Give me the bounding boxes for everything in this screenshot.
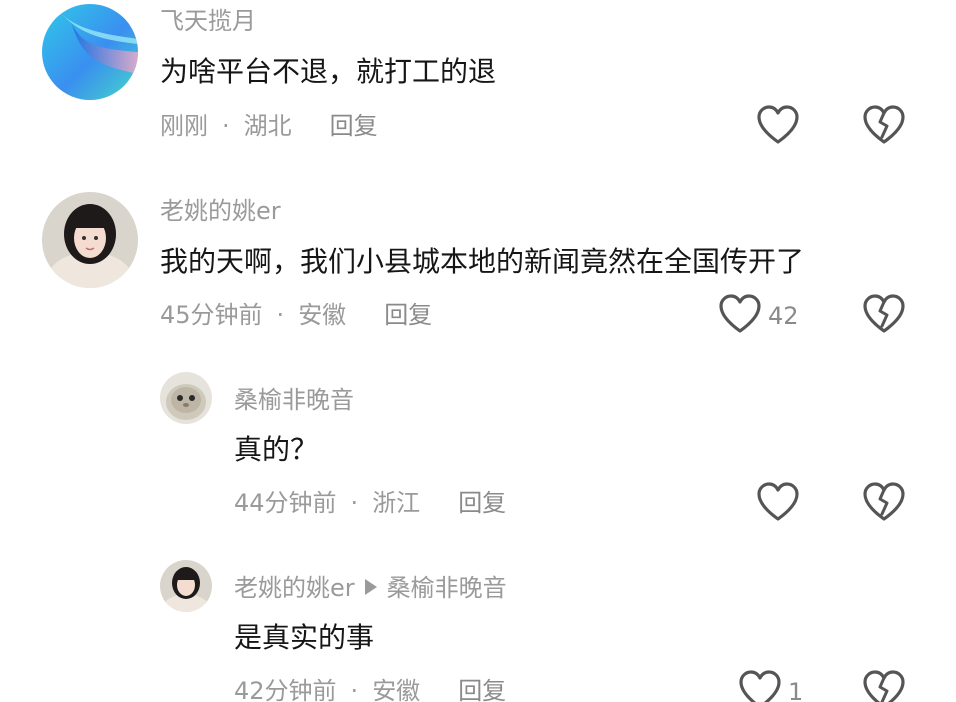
timestamp: 刚刚 — [160, 112, 208, 140]
comment-list: 飞天揽月 为啥平台不退，就打工的退 刚刚 · 湖北 回复 老姚的姚er 我的天啊… — [0, 0, 956, 702]
location: 安徽 — [372, 677, 421, 702]
separator: · — [276, 301, 285, 329]
like-count: 42 — [768, 302, 799, 330]
reply-button[interactable]: 回复 — [384, 301, 432, 329]
dislike-button[interactable] — [862, 104, 906, 150]
username[interactable]: 老姚的姚er — [160, 196, 281, 226]
comment-text: 我的天啊，我们小县城本地的新闻竟然在全国传开了 — [160, 245, 805, 278]
heart-outline-icon — [718, 293, 762, 339]
comment-text: 为啥平台不退，就打工的退 — [160, 55, 497, 88]
comment-meta: 44分钟前 · 浙江 回复 — [234, 488, 506, 518]
comment-text: 是真实的事 — [234, 621, 375, 654]
broken-heart-icon — [862, 105, 906, 150]
reply-button[interactable]: 回复 — [458, 489, 506, 517]
avatar[interactable] — [42, 192, 138, 288]
reply-button[interactable]: 回复 — [330, 112, 378, 140]
separator: · — [222, 112, 230, 140]
like-button[interactable] — [756, 481, 806, 527]
like-button[interactable] — [756, 104, 806, 150]
reply-button[interactable]: 回复 — [458, 677, 506, 702]
reply-arrow-icon — [364, 579, 377, 595]
heart-outline-icon — [738, 669, 782, 702]
comment-meta: 刚刚 · 湖北 回复 — [160, 111, 378, 141]
dislike-button[interactable] — [862, 669, 906, 702]
separator: · — [350, 489, 359, 517]
like-button[interactable]: 1 — [738, 669, 803, 702]
timestamp: 45分钟前 — [160, 301, 263, 329]
broken-heart-icon — [862, 670, 906, 702]
avatar[interactable] — [160, 372, 212, 424]
comment-text: 真的？ — [234, 433, 319, 466]
username-link[interactable]: 老姚的姚er — [234, 574, 355, 602]
location: 湖北 — [243, 112, 292, 140]
like-count: 1 — [788, 678, 804, 702]
dislike-button[interactable] — [862, 481, 906, 527]
comment-meta: 45分钟前 · 安徽 回复 — [160, 300, 432, 330]
heart-outline-icon — [756, 104, 800, 150]
username[interactable]: 桑榆非晚音 — [234, 385, 354, 415]
like-button[interactable]: 42 — [718, 293, 799, 339]
avatar[interactable] — [42, 4, 138, 100]
dislike-button[interactable] — [862, 293, 906, 339]
username[interactable]: 飞天揽月 — [160, 6, 256, 36]
separator: · — [350, 677, 359, 702]
comment-meta: 42分钟前 · 安徽 回复 — [234, 676, 506, 702]
location: 安徽 — [298, 301, 347, 329]
heart-outline-icon — [756, 481, 800, 527]
timestamp: 42分钟前 — [234, 677, 337, 702]
reply-to-username[interactable]: 桑榆非晚音 — [387, 574, 507, 602]
timestamp: 44分钟前 — [234, 489, 337, 517]
broken-heart-icon — [862, 294, 906, 339]
broken-heart-icon — [862, 482, 906, 527]
avatar[interactable] — [160, 560, 212, 612]
username: 老姚的姚er 桑榆非晚音 — [234, 573, 507, 603]
location: 浙江 — [372, 489, 421, 517]
